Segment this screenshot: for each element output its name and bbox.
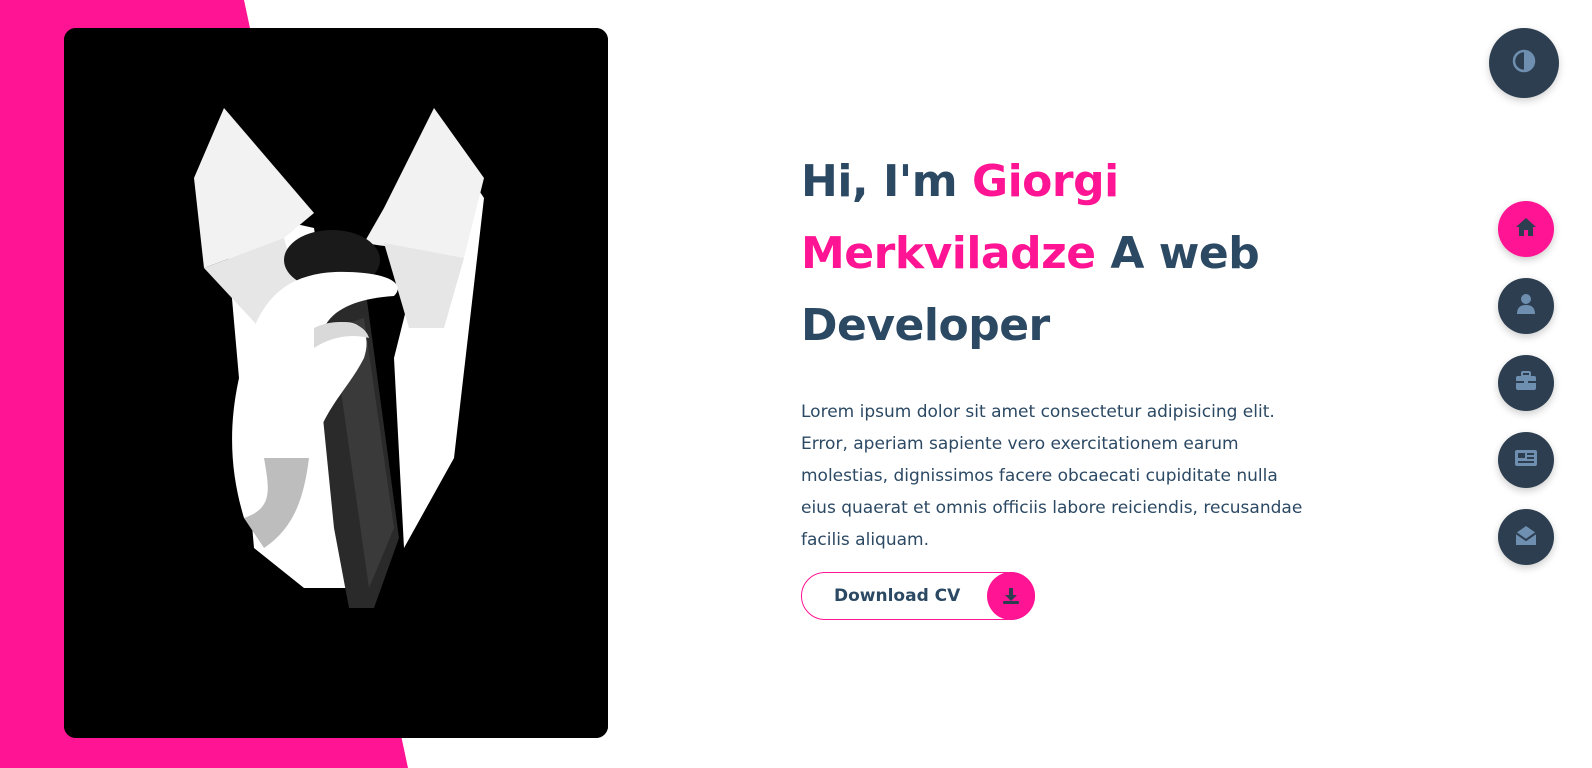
home-icon <box>1515 217 1537 241</box>
hero-content: Hi, I'm Giorgi Merkviladze A web Develop… <box>801 146 1321 620</box>
user-icon <box>1516 293 1536 319</box>
nav-contact-button[interactable] <box>1498 509 1554 565</box>
hero-headline: Hi, I'm Giorgi Merkviladze A web Develop… <box>801 146 1321 362</box>
download-cv-label: Download CV <box>834 586 961 606</box>
nav-portfolio-button[interactable] <box>1498 355 1554 411</box>
envelope-open-icon <box>1515 524 1537 550</box>
nav-blog-button[interactable] <box>1498 432 1554 488</box>
nav-about-button[interactable] <box>1498 278 1554 334</box>
side-navigation <box>1498 201 1554 565</box>
profile-image <box>64 28 608 738</box>
download-cv-button[interactable]: Download CV <box>801 572 1035 620</box>
download-icon <box>987 572 1035 620</box>
hero-description: Lorem ipsum dolor sit amet consectetur a… <box>801 402 1303 550</box>
briefcase-icon <box>1515 371 1537 395</box>
theme-toggle-button[interactable] <box>1489 28 1559 98</box>
greeting-text: Hi, I'm <box>801 156 972 207</box>
newspaper-icon <box>1514 449 1538 471</box>
nav-home-button[interactable] <box>1498 201 1554 257</box>
half-circle-contrast-icon <box>1512 49 1536 77</box>
